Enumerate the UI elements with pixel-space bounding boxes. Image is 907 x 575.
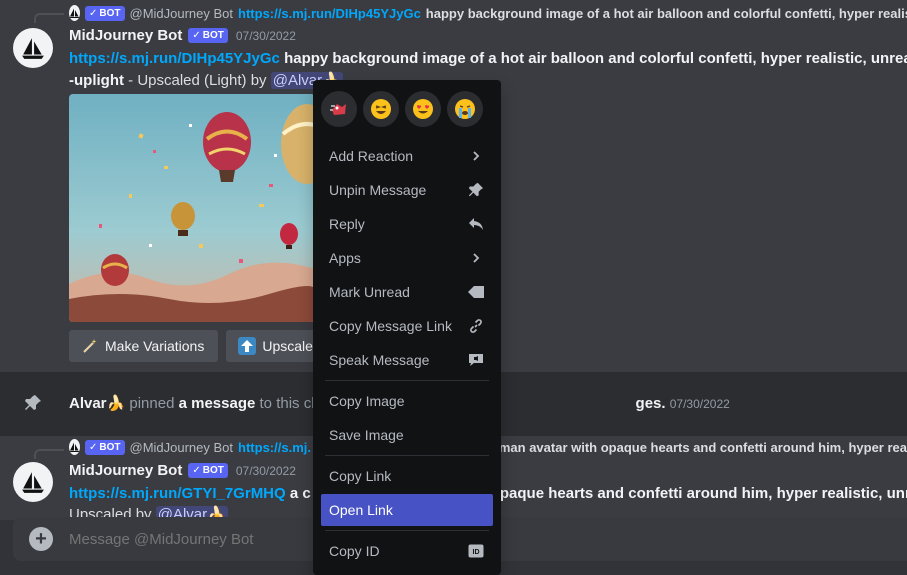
prompt-link[interactable]: https://s.mj.run/GTYI_7GrMHQ: [69, 485, 286, 502]
make-variations-button[interactable]: Make Variations: [69, 330, 219, 362]
reply-avatar: [69, 439, 80, 455]
add-attachment-button[interactable]: +: [29, 527, 53, 551]
timestamp: 07/30/2022: [235, 28, 296, 43]
message-header: MidJourney Bot ✓ BOT 07/30/2022: [69, 462, 296, 479]
laughing-icon[interactable]: [363, 91, 399, 127]
mark-unread-item[interactable]: Mark Unread: [321, 276, 493, 308]
menu-separator: [325, 455, 489, 456]
prompt-text: happy background image of a hot air ball…: [284, 50, 907, 67]
unpin-message-item[interactable]: Unpin Message: [321, 174, 493, 206]
apps-item[interactable]: Apps: [321, 242, 493, 274]
pinned-message-link[interactable]: a message: [179, 395, 256, 412]
copy-link-item[interactable]: Copy Link: [321, 460, 493, 492]
pin-icon: [467, 181, 485, 199]
id-icon: ID: [467, 542, 485, 560]
heart-eyes-icon[interactable]: [405, 91, 441, 127]
avatar[interactable]: [13, 28, 53, 68]
menu-separator: [325, 380, 489, 381]
save-image-item[interactable]: Save Image: [321, 419, 493, 451]
avatar[interactable]: [13, 462, 53, 502]
reply-icon: [467, 215, 485, 233]
link-icon: [467, 317, 485, 335]
pinned-timestamp: 07/30/2022: [669, 397, 730, 411]
reply-preview[interactable]: ✓ BOT @MidJourney Bot https://s.mj.run/D…: [69, 4, 907, 22]
context-menu: Add Reaction Unpin Message Reply Apps Ma…: [313, 80, 501, 575]
copy-message-link-item[interactable]: Copy Message Link: [321, 310, 493, 342]
copy-image-item[interactable]: Copy Image: [321, 385, 493, 417]
action-buttons: Make Variations Upscale: [69, 330, 327, 362]
magic-wand-icon: [81, 337, 99, 355]
pinned-user[interactable]: Alvar: [69, 395, 107, 412]
upscale-button[interactable]: Upscale: [226, 330, 327, 362]
speak-message-item[interactable]: Speak Message: [321, 344, 493, 376]
copy-id-item[interactable]: Copy ID ID: [321, 535, 493, 567]
bot-tag: ✓ BOT: [188, 463, 228, 478]
prompt-text: opaque hearts and confetti around him, h…: [490, 485, 907, 502]
prompt-link[interactable]: https://s.mj.run/DIHp45YJyGc: [69, 50, 280, 67]
sailboat-icon: [22, 472, 44, 493]
timestamp: 07/30/2022: [235, 463, 296, 478]
reply-connector: [34, 449, 64, 459]
banana-icon: 🍌: [106, 395, 126, 412]
reply-text: happy background image of a hot air ball…: [425, 5, 907, 21]
reply-username[interactable]: @MidJourney Bot: [130, 6, 234, 21]
bot-tag: ✓ BOT: [85, 439, 125, 455]
upscale-suffix: - Upscaled (Light) by: [123, 72, 271, 89]
svg-text:ID: ID: [473, 549, 480, 556]
reply-item[interactable]: Reply: [321, 208, 493, 240]
plus-icon: +: [35, 528, 47, 550]
message-content: https://s.mj.run/DIHp45YJyGc happy backg…: [69, 48, 907, 70]
reply-text: g man avatar with opaque hearts and conf…: [487, 439, 907, 455]
username[interactable]: MidJourney Bot: [69, 27, 182, 44]
quick-reactions: [321, 88, 493, 130]
username[interactable]: MidJourney Bot: [69, 462, 182, 479]
bot-tag: ✓ BOT: [188, 28, 228, 43]
dash-icon[interactable]: [321, 91, 357, 127]
reply-avatar: [69, 5, 80, 21]
chevron-right-icon: [467, 249, 485, 267]
message-header: MidJourney Bot ✓ BOT 07/30/2022: [69, 27, 296, 44]
open-link-item[interactable]: Open Link: [321, 494, 493, 526]
crying-icon[interactable]: [447, 91, 483, 127]
bot-tag: ✓ BOT: [85, 5, 125, 21]
reply-username[interactable]: @MidJourney Bot: [130, 440, 234, 455]
reply-connector: [34, 13, 64, 23]
generated-image[interactable]: [69, 94, 315, 322]
reply-link[interactable]: https://s.mj.run/DIHp45YJyGc: [238, 6, 421, 21]
speak-icon: [467, 351, 485, 369]
chevron-right-icon: [467, 147, 485, 165]
mark-unread-icon: [467, 283, 485, 301]
add-reaction-item[interactable]: Add Reaction: [321, 140, 493, 172]
pin-icon: [24, 394, 44, 414]
upscale-icon: [238, 337, 257, 355]
menu-separator: [325, 530, 489, 531]
reply-link[interactable]: https://s.mj.: [238, 440, 311, 455]
prompt-text-cont: -uplight: [69, 72, 124, 89]
sailboat-icon: [22, 38, 44, 59]
